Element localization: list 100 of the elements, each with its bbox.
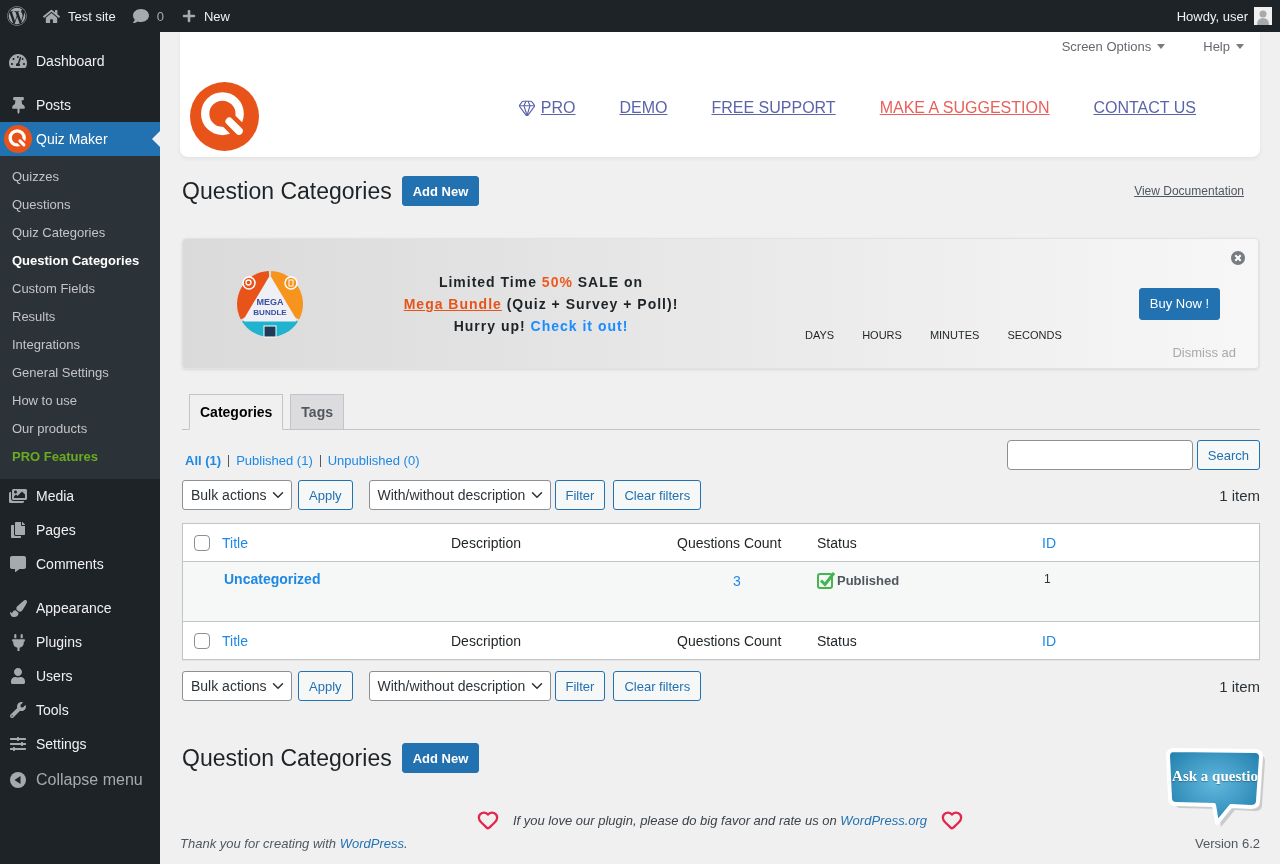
comment-count: 0 (156, 8, 164, 24)
sidebar-menu-item[interactable]: Users (0, 659, 160, 693)
gauge-icon (9, 52, 27, 70)
account-menu[interactable]: Howdy, user (1176, 7, 1272, 25)
filter-button[interactable]: Filter (554, 671, 606, 701)
documentation-link[interactable]: View Documentation (1134, 184, 1244, 198)
site-link[interactable]: Test site (35, 0, 125, 32)
page-title: Question Categories (182, 177, 392, 206)
badge-label: BUNDLE (253, 307, 287, 317)
column-sort-link[interactable]: ID (1042, 632, 1056, 649)
category-title-link[interactable]: Uncategorized (224, 571, 321, 587)
sliders-icon (10, 736, 26, 752)
bulk-actions-select[interactable]: Bulk actions (182, 480, 292, 510)
version-text: Version 6.2 (1194, 836, 1260, 851)
countdown-label: SECONDS (1007, 329, 1062, 341)
heart-icon (941, 809, 964, 831)
submenu-item[interactable]: Our products (0, 415, 160, 443)
heart-icon (476, 809, 499, 831)
column-header: Status (807, 621, 1032, 659)
documents-icon (10, 522, 26, 538)
column-header: Questions Count (667, 621, 807, 659)
q-logo (190, 82, 259, 151)
diamond-icon (517, 99, 536, 117)
wordpress-link[interactable]: WordPress (339, 836, 404, 851)
comment-icon (132, 8, 149, 24)
submenu-item[interactable]: How to use (0, 387, 160, 415)
promo-message: Limited Time 50% SALE on Mega Bundle (Quiz + Survey + Poll)! Hurry up! Check it out! (402, 272, 680, 336)
caret-icon (1236, 43, 1244, 49)
pointer-triangle-icon (152, 131, 160, 147)
view-filter-link[interactable]: Published (1) (236, 453, 313, 468)
countdown-label: DAYS (805, 329, 835, 341)
submenu-item[interactable]: Questions (0, 191, 160, 219)
submenu-item[interactable]: Question Categories (0, 247, 160, 275)
question-count-link[interactable]: 3 (733, 573, 741, 589)
status-text: Published (837, 572, 900, 588)
submenu-item[interactable]: Quiz Categories (0, 219, 160, 247)
rating-note: If you love our plugin, please do big favor and rate us on WordPress.org (512, 812, 928, 828)
plugin-nav-link[interactable]: CONTACT US (1093, 99, 1196, 117)
sidebar-menu-item[interactable]: Plugins (0, 625, 160, 659)
add-new-button[interactable]: Add New (401, 743, 480, 773)
rating-link[interactable]: WordPress.org (840, 812, 928, 828)
plus-icon (181, 9, 196, 23)
sidebar-menu-item[interactable]: Dashboard (0, 44, 160, 78)
description-filter-select[interactable]: With/without description (368, 671, 551, 701)
clear-filters-button[interactable]: Clear filters (613, 671, 702, 701)
buy-now-button[interactable]: Buy Now ! (1138, 287, 1220, 320)
sidebar-menu-item[interactable]: Tools (0, 693, 160, 727)
sidebar-menu-item[interactable]: Appearance (0, 591, 160, 625)
view-filter-link[interactable]: Unpublished (0) (327, 453, 420, 468)
countdown-label: MINUTES (929, 329, 980, 341)
sidebar-menu-item[interactable]: Quiz Maker (0, 122, 160, 156)
avatar-icon (1254, 7, 1272, 25)
sidebar-menu-item[interactable]: Pages (0, 513, 160, 547)
badge-label: MEGA (256, 296, 284, 307)
apply-button[interactable]: Apply (298, 480, 353, 510)
column-sort-link[interactable]: Title (222, 632, 248, 649)
submenu-item[interactable]: Results (0, 303, 160, 331)
column-sort-link[interactable]: ID (1042, 534, 1056, 551)
submenu-item[interactable]: General Settings (0, 359, 160, 387)
plugin-nav-link[interactable]: PRO (517, 99, 576, 117)
new-content-link[interactable]: New (172, 0, 238, 32)
apply-button[interactable]: Apply (298, 671, 353, 701)
w-logo-icon (7, 6, 27, 26)
item-count: 1 item (1219, 677, 1260, 695)
sidebar-menu-item[interactable]: Settings (0, 727, 160, 761)
select-all-checkbox[interactable] (194, 535, 210, 552)
search-field[interactable] (1006, 440, 1193, 470)
submenu-item[interactable]: Integrations (0, 331, 160, 359)
sidebar-menu-item[interactable]: Comments (0, 547, 160, 581)
tab[interactable]: Tags (290, 394, 344, 430)
check-icon (817, 571, 835, 589)
filter-button[interactable]: Filter (554, 480, 606, 510)
screen-meta-button[interactable]: Help (1203, 38, 1244, 54)
plugin-nav-link[interactable]: MAKE A SUGGESTION (879, 99, 1050, 117)
promo-link[interactable]: Mega Bundle (403, 295, 502, 312)
plug-icon (9, 633, 27, 651)
countdown-label: HOURS (862, 329, 902, 341)
description-filter-select[interactable]: With/without description (368, 480, 551, 510)
sidebar-menu-item[interactable]: Posts (0, 88, 160, 122)
screen-meta-button[interactable]: Screen Options (1061, 38, 1166, 54)
sidebar-menu-item[interactable]: Media (0, 479, 160, 513)
table-cell-text: 1 (1043, 571, 1052, 588)
select-all-checkbox[interactable] (194, 633, 210, 650)
search-button[interactable]: Search (1196, 440, 1260, 470)
paintbrush-icon (9, 599, 27, 617)
column-sort-link[interactable]: Title (222, 534, 248, 551)
bulk-actions-select[interactable]: Bulk actions (182, 671, 292, 701)
wrench-icon (10, 702, 26, 718)
collapse-menu-button[interactable]: Collapse menu (0, 763, 160, 797)
tab[interactable]: Categories (189, 394, 284, 430)
submenu-item[interactable]: Quizzes (0, 163, 160, 191)
plugin-nav-link[interactable]: DEMO (619, 99, 668, 117)
view-filter-link[interactable]: All (1) (185, 453, 222, 468)
add-new-button[interactable]: Add New (401, 176, 480, 206)
close-icon[interactable] (1231, 251, 1245, 265)
clear-filters-button[interactable]: Clear filters (613, 480, 702, 510)
plugin-nav-link[interactable]: FREE SUPPORT (711, 99, 836, 117)
submenu-item[interactable]: Custom Fields (0, 275, 160, 303)
submenu-item[interactable]: PRO Features (0, 443, 160, 471)
comments-link[interactable]: 0 (124, 0, 173, 32)
